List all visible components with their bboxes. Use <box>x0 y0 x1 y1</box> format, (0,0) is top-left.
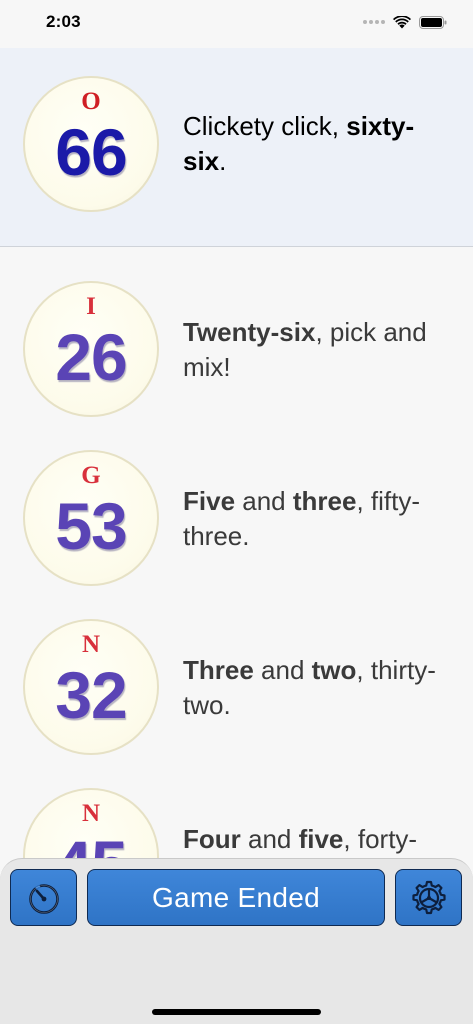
list-item: N 32 Three and two, thirty-two. <box>0 585 473 755</box>
bingo-ball: N 32 <box>23 619 159 755</box>
ball-number: 45 <box>25 826 157 860</box>
wifi-icon <box>393 15 411 28</box>
bingo-ball: N 45 <box>23 788 159 860</box>
battery-icon <box>419 15 447 29</box>
current-call-caption: Clickety click, sixty-six. <box>183 111 415 176</box>
current-call-panel: O 66 Clickety click, sixty-six. <box>0 48 473 247</box>
ball-letter: N <box>81 800 101 827</box>
call-caption: Three and two, thirty-two. <box>183 655 436 720</box>
call-caption: Four and five, forty-five. <box>183 824 418 860</box>
call-caption: Five and three, fifty-three. <box>183 486 420 551</box>
gear-icon <box>411 880 446 914</box>
list-item: G 53 Five and three, fifty-three. <box>0 416 473 586</box>
ball-letter: N <box>81 631 101 658</box>
ball-number: 26 <box>55 320 127 394</box>
list-item: I 26 Twenty-six, pick and mix! <box>0 248 473 417</box>
ball-number: 53 <box>55 489 127 563</box>
bingo-ball: G 53 <box>23 450 159 586</box>
called-numbers-list[interactable]: I 26 Twenty-six, pick and mix! G 53 Five… <box>0 248 473 860</box>
ball-letter: G <box>81 462 101 489</box>
ball-number: 66 <box>55 115 127 189</box>
call-caption: Twenty-six, pick and mix! <box>183 317 427 382</box>
ball-letter: O <box>81 88 101 115</box>
list-item: N 45 Four and five, forty-five. <box>0 754 473 860</box>
ball-letter: I <box>86 293 96 320</box>
status-time: 2:03 <box>46 12 81 31</box>
cellular-signal-icon <box>363 20 385 24</box>
status-icons <box>363 15 447 29</box>
game-status-button[interactable]: Game Ended <box>87 869 385 926</box>
bingo-ball: I 26 <box>23 281 159 417</box>
home-indicator[interactable] <box>152 1009 321 1015</box>
settings-button[interactable] <box>395 869 462 926</box>
status-bar: 2:03 <box>0 0 473 48</box>
timer-button[interactable] <box>10 869 77 926</box>
timer-icon <box>28 883 59 914</box>
ball-number: 32 <box>55 658 127 732</box>
bottom-toolbar: Game Ended <box>0 858 473 1024</box>
current-bingo-ball: O 66 <box>23 76 159 212</box>
